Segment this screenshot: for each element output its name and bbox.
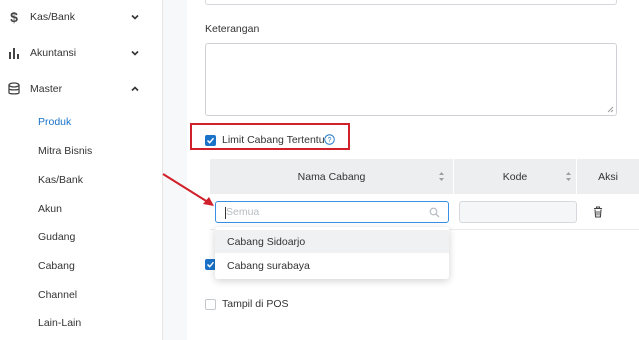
dropdown-option[interactable]: Cabang Sidoarjo bbox=[215, 230, 449, 253]
sidebar-item-kas-bank[interactable]: Kas/Bank bbox=[38, 174, 83, 186]
column-header-aksi: Aksi bbox=[577, 159, 639, 194]
chevron-down-icon bbox=[131, 14, 139, 20]
kode-input[interactable] bbox=[459, 201, 577, 223]
sidebar-group-akuntansi[interactable]: Akuntansi bbox=[0, 41, 162, 65]
column-header-nama-cabang[interactable]: Nama Cabang bbox=[210, 159, 453, 194]
sidebar-item-produk[interactable]: Produk bbox=[38, 116, 71, 128]
dropdown-option-label: Cabang Sidoarjo bbox=[227, 235, 306, 248]
sidebar-group-master[interactable]: Master bbox=[0, 77, 162, 101]
text-caret bbox=[225, 207, 226, 219]
annotation-arrow-icon bbox=[162, 173, 214, 206]
sidebar-item-cabang[interactable]: Cabang bbox=[38, 260, 75, 272]
keterangan-textarea[interactable] bbox=[205, 43, 617, 116]
resize-handle-icon[interactable] bbox=[607, 106, 614, 113]
check-icon bbox=[206, 137, 215, 144]
column-header-label: Kode bbox=[502, 170, 528, 183]
tampil-pos-checkbox[interactable] bbox=[205, 299, 216, 310]
previous-field[interactable] bbox=[205, 0, 617, 5]
check-icon bbox=[206, 261, 215, 268]
chevron-down-icon bbox=[131, 50, 139, 56]
main-content: Keterangan Limit Cabang Tertentu ? Nama … bbox=[187, 0, 639, 340]
limit-cabang-checkbox[interactable] bbox=[205, 135, 216, 146]
column-header-label: Aksi bbox=[598, 170, 618, 183]
column-header-kode[interactable]: Kode bbox=[454, 159, 576, 194]
sidebar-item-lain-lain[interactable]: Lain-Lain bbox=[38, 317, 81, 329]
sidebar: $ Kas/Bank Akuntansi Master Produk Mitra… bbox=[0, 0, 163, 340]
select-placeholder: Semua bbox=[226, 206, 260, 218]
cabang-dropdown-menu: Cabang Sidoarjo Cabang surabaya bbox=[215, 227, 449, 279]
sidebar-group-kas-bank[interactable]: $ Kas/Bank bbox=[0, 5, 162, 29]
chevron-up-icon bbox=[131, 86, 139, 92]
dollar-icon: $ bbox=[10, 9, 18, 25]
search-icon bbox=[429, 207, 440, 218]
sort-icon[interactable] bbox=[565, 171, 572, 182]
bar-chart-icon bbox=[9, 48, 19, 59]
sidebar-item-gudang[interactable]: Gudang bbox=[38, 231, 75, 243]
dropdown-option[interactable]: Cabang surabaya bbox=[215, 254, 449, 277]
cabang-table-header: Nama Cabang Kode Aksi bbox=[210, 159, 639, 194]
sidebar-group-label: Master bbox=[30, 83, 63, 95]
sidebar-group-label: Kas/Bank bbox=[30, 11, 75, 23]
tampil-pos-label: Tampil di POS bbox=[222, 298, 289, 310]
trash-icon[interactable] bbox=[593, 206, 603, 218]
sidebar-item-channel[interactable]: Channel bbox=[38, 289, 77, 301]
column-header-label: Nama Cabang bbox=[297, 170, 366, 183]
sidebar-item-mitra-bisnis[interactable]: Mitra Bisnis bbox=[38, 145, 92, 157]
sidebar-group-label: Akuntansi bbox=[30, 47, 77, 59]
nama-cabang-select[interactable]: Semua bbox=[215, 201, 449, 223]
help-icon[interactable]: ? bbox=[324, 134, 335, 145]
dropdown-option-label: Cabang surabaya bbox=[227, 259, 310, 272]
keterangan-label: Keterangan bbox=[205, 23, 260, 35]
sort-icon[interactable] bbox=[438, 171, 445, 182]
svg-text:?: ? bbox=[328, 137, 332, 144]
database-icon bbox=[8, 82, 20, 95]
sidebar-item-akun[interactable]: Akun bbox=[38, 203, 62, 215]
limit-cabang-label: Limit Cabang Tertentu bbox=[222, 134, 325, 146]
